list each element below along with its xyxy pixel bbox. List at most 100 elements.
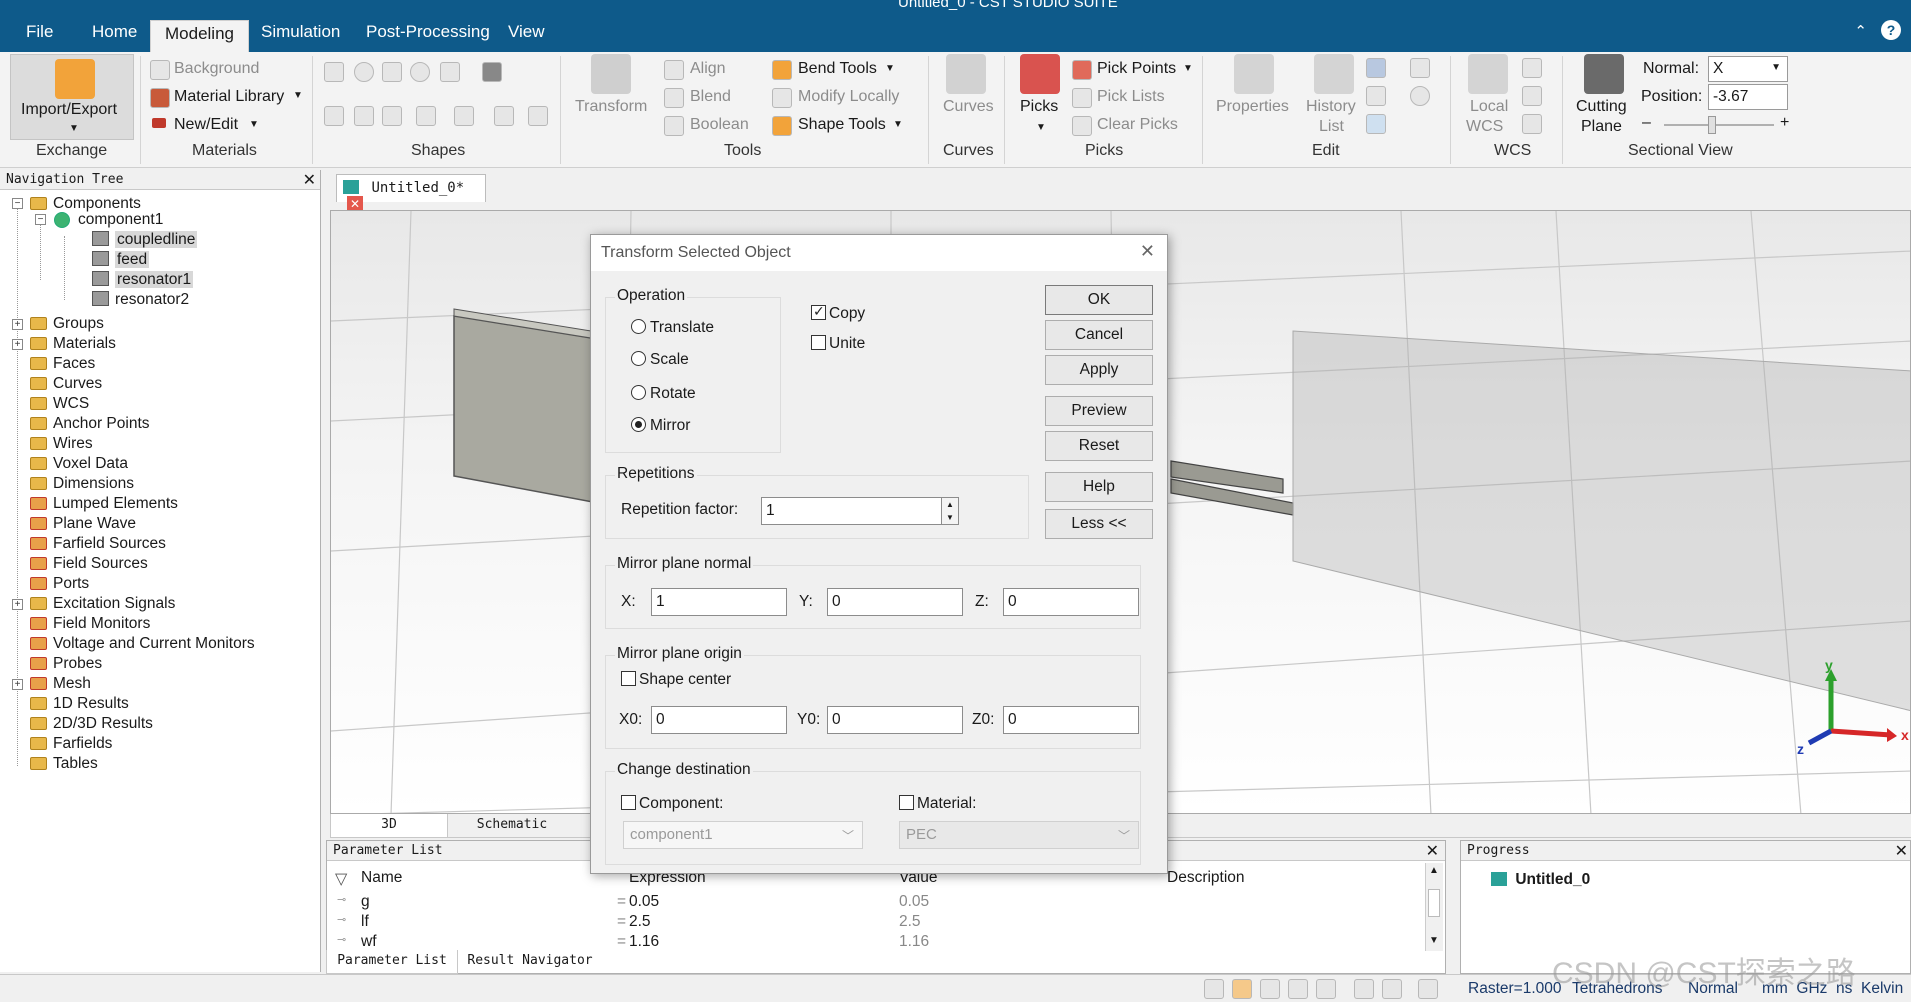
chevron-down-icon[interactable]: ▼ xyxy=(249,119,259,130)
cone-icon[interactable] xyxy=(382,62,402,82)
material-library-button[interactable]: Material Library xyxy=(174,88,284,106)
progress-item[interactable]: Untitled_0 xyxy=(1491,871,1590,889)
position-slider[interactable] xyxy=(1664,124,1774,126)
tree-item-wcs[interactable]: WCS xyxy=(30,394,89,414)
clear-picks-button[interactable]: Clear Picks xyxy=(1097,116,1178,134)
tree-item-farfields[interactable]: Farfields xyxy=(30,734,112,754)
pen-icon[interactable] xyxy=(1410,58,1430,78)
blend-button[interactable]: Blend xyxy=(690,88,731,106)
column-header-description[interactable]: Description xyxy=(1167,869,1245,887)
wire-icon[interactable] xyxy=(528,106,548,126)
normal-z-input[interactable]: 0 xyxy=(1003,588,1139,616)
spline-icon[interactable] xyxy=(494,106,514,126)
modify-locally-button[interactable]: Modify Locally xyxy=(798,88,899,106)
component-select[interactable]: component1 ﹀ xyxy=(623,821,863,849)
radio-scale[interactable]: Scale xyxy=(631,351,689,369)
calculator-icon[interactable] xyxy=(1366,58,1386,78)
menu-home[interactable]: Home xyxy=(92,22,137,42)
preview-button[interactable]: Preview xyxy=(1045,396,1153,426)
tree-item-voltage-current-monitors[interactable]: Voltage and Current Monitors xyxy=(30,634,255,654)
tree-item-resonator1[interactable]: resonator1 xyxy=(92,270,194,290)
scrollbar-thumb[interactable] xyxy=(1428,889,1440,917)
close-icon[interactable]: ✕ xyxy=(1140,241,1155,262)
pick-icon[interactable] xyxy=(1382,979,1402,999)
local-label[interactable]: Local xyxy=(1470,98,1508,116)
less-button[interactable]: Less << xyxy=(1045,509,1153,539)
reset-button[interactable]: Reset xyxy=(1045,431,1153,461)
checkbox-component[interactable]: Component: xyxy=(621,795,723,813)
radio-rotate[interactable]: Rotate xyxy=(631,385,696,403)
cutting-label[interactable]: Cutting xyxy=(1576,98,1627,116)
sphere-icon[interactable] xyxy=(354,62,374,82)
scrollbar[interactable]: ▲ ▼ xyxy=(1425,863,1443,951)
expand-icon[interactable]: + xyxy=(12,319,23,330)
pan-icon[interactable] xyxy=(1232,979,1252,999)
origin-z0-input[interactable]: 0 xyxy=(1003,706,1139,734)
history-label[interactable]: History xyxy=(1306,98,1356,116)
checkbox-material[interactable]: Material: xyxy=(899,795,976,813)
param-expression[interactable]: 0.05 xyxy=(629,893,659,911)
bend-tools-button[interactable]: Bend Tools xyxy=(798,60,877,78)
help-button[interactable]: Help xyxy=(1045,472,1153,502)
tab-parameter-list[interactable]: Parameter List xyxy=(326,950,458,974)
rotate-view-icon[interactable] xyxy=(1260,979,1280,999)
align-wcs-icon[interactable] xyxy=(1522,58,1542,78)
sweep-icon[interactable] xyxy=(382,106,402,126)
plane-label[interactable]: Plane xyxy=(1581,118,1622,136)
loft-icon[interactable] xyxy=(354,106,374,126)
tree-item-field-sources[interactable]: Field Sources xyxy=(30,554,148,574)
tree-item-excitation-signals[interactable]: Excitation Signals xyxy=(30,594,175,614)
rotate-shape-icon[interactable] xyxy=(324,106,344,126)
tree-item-groups[interactable]: Groups xyxy=(30,314,104,334)
menu-file[interactable]: File xyxy=(26,22,53,42)
pick-points-button[interactable]: Pick Points xyxy=(1097,60,1176,78)
tree-item-field-monitors[interactable]: Field Monitors xyxy=(30,614,150,634)
fit-selection-icon[interactable] xyxy=(1354,979,1374,999)
close-icon[interactable]: ✕ xyxy=(303,170,316,189)
menu-modeling[interactable]: Modeling xyxy=(150,20,249,52)
tab-result-navigator[interactable]: Result Navigator xyxy=(460,950,600,974)
menu-post-processing[interactable]: Post-Processing xyxy=(366,22,490,42)
chevron-down-icon[interactable]: ▼ xyxy=(1036,122,1046,133)
shape-tools-button[interactable]: Shape Tools xyxy=(798,116,886,134)
minus-icon[interactable]: – xyxy=(1642,114,1651,132)
repetition-spinner[interactable]: ▲ ▼ xyxy=(941,497,959,525)
view-mode-icon[interactable] xyxy=(1418,979,1438,999)
extrude-curve-icon[interactable] xyxy=(416,106,436,126)
material-select[interactable]: PEC ﹀ xyxy=(899,821,1139,849)
collapse-icon[interactable]: − xyxy=(12,198,23,209)
chevron-down-icon[interactable]: ▼ xyxy=(1183,63,1193,74)
info-icon[interactable] xyxy=(1410,86,1430,106)
collapse-icon[interactable]: − xyxy=(35,214,46,225)
expand-icon[interactable]: + xyxy=(12,679,23,690)
plus-icon[interactable]: + xyxy=(1780,114,1789,132)
expand-icon[interactable]: + xyxy=(12,339,23,350)
menu-view[interactable]: View xyxy=(508,22,545,42)
menu-simulation[interactable]: Simulation xyxy=(261,22,340,42)
filter-icon[interactable]: ▽ xyxy=(335,869,347,889)
shapes-gallery[interactable] xyxy=(324,62,554,132)
table-row[interactable]: ⊸ g = 0.05 0.05 xyxy=(327,893,1427,913)
normal-x-input[interactable]: 1 xyxy=(651,588,787,616)
move-wcs-icon[interactable] xyxy=(1522,114,1542,134)
zoom-icon[interactable] xyxy=(1288,979,1308,999)
tree-item-anchor-points[interactable]: Anchor Points xyxy=(30,414,150,434)
chevron-down-icon[interactable]: ▼ xyxy=(293,90,303,101)
tree-item-mesh[interactable]: Mesh xyxy=(30,674,91,694)
tree-item-ports[interactable]: Ports xyxy=(30,574,89,594)
checkbox-shape-center[interactable]: Shape center xyxy=(621,671,731,689)
zoom-fit-icon[interactable] xyxy=(1204,979,1224,999)
help-icon[interactable]: ? xyxy=(1881,20,1901,40)
wcs-label[interactable]: WCS xyxy=(1466,118,1503,136)
tree-item-feed[interactable]: feed xyxy=(92,250,150,270)
cancel-button[interactable]: Cancel xyxy=(1045,320,1153,350)
tab-3d[interactable]: 3D xyxy=(330,814,448,838)
tree-item-1d-results[interactable]: 1D Results xyxy=(30,694,129,714)
collapse-ribbon-icon[interactable]: ⌃ xyxy=(1854,22,1867,40)
tree-item-plane-wave[interactable]: Plane Wave xyxy=(30,514,136,534)
parametric-icon[interactable] xyxy=(1366,86,1386,106)
tree-item-materials[interactable]: Materials xyxy=(30,334,116,354)
curves-button[interactable]: Curves xyxy=(943,98,994,116)
origin-y0-input[interactable]: 0 xyxy=(827,706,963,734)
checkbox-copy[interactable]: Copy xyxy=(811,303,865,323)
